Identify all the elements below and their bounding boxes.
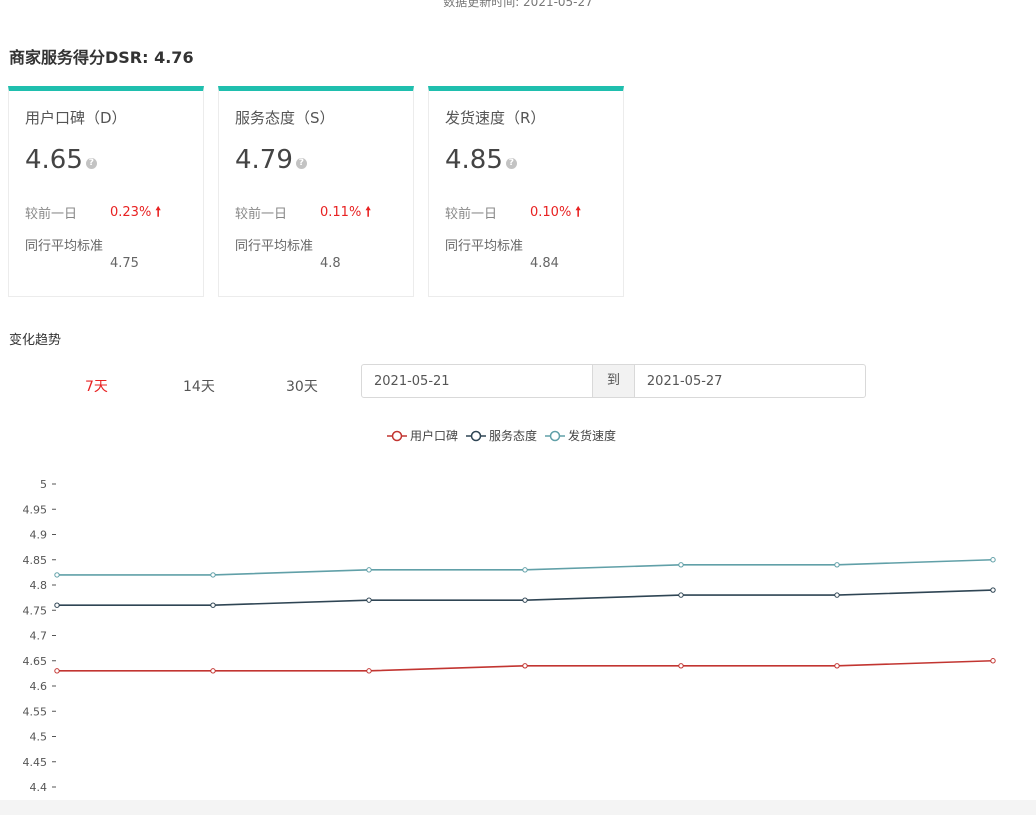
trend-title: 变化趋势	[9, 333, 62, 348]
compare-value: 0.10% 🠕	[530, 203, 581, 225]
data-point[interactable]	[990, 587, 996, 593]
y-tick-label: 4.55	[23, 705, 48, 718]
y-tick-label: 4.7	[30, 630, 48, 643]
compare-label: 较前一日	[235, 207, 288, 222]
start-date-input[interactable]	[362, 365, 593, 397]
help-icon[interactable]: ?	[85, 158, 97, 169]
data-point[interactable]	[210, 572, 216, 578]
trend-line-chart: 5 4.95 4.9 4.85 4.8 4.75 4.7 4.65 4.6 4.55 4.5 4.45…	[23, 478, 996, 794]
card-score-value: 4.85	[445, 145, 503, 175]
data-point[interactable]	[366, 597, 372, 603]
avg-label: 同行平均标准	[25, 239, 104, 254]
data-point[interactable]	[990, 557, 996, 563]
y-tick-label: 4.75	[23, 604, 48, 617]
data-point[interactable]	[678, 592, 684, 598]
compare-percent: 0.10%	[530, 205, 572, 220]
card-score: 4.65?	[25, 145, 97, 175]
compare-percent: 0.11%	[320, 205, 362, 220]
compare-label: 较前一日	[445, 207, 498, 222]
y-tick-label: 4.85	[23, 554, 48, 567]
data-point[interactable]	[522, 567, 528, 573]
data-point[interactable]	[54, 602, 60, 608]
data-point[interactable]	[366, 567, 372, 573]
data-point[interactable]	[210, 668, 216, 674]
legend-item-reputation[interactable]: 用户口碑	[387, 427, 458, 444]
y-tick-label: 4.4	[30, 781, 48, 794]
legend-label: 服务态度	[489, 429, 538, 443]
help-icon[interactable]: ?	[295, 158, 307, 169]
up-arrow-icon: 🠕	[155, 205, 161, 220]
card-name: 用户口碑（D）	[25, 109, 127, 127]
range-30-days-button[interactable]: 30天	[286, 376, 318, 396]
legend-label: 用户口碑	[410, 429, 459, 443]
avg-label: 同行平均标准	[235, 239, 314, 254]
data-point[interactable]	[522, 663, 528, 669]
y-tick-label: 4.65	[23, 655, 48, 668]
avg-value: 4.75	[110, 256, 139, 271]
data-point[interactable]	[834, 663, 840, 669]
dsr-title: 商家服务得分DSR: 4.76	[9, 48, 194, 67]
card-name: 发货速度（R）	[445, 109, 546, 127]
legend-line-icon	[466, 430, 487, 441]
data-point[interactable]	[366, 668, 372, 674]
y-tick-label: 4.8	[30, 579, 48, 592]
data-point[interactable]	[990, 658, 996, 664]
legend-label: 发货速度	[568, 429, 617, 443]
date-range-picker: 到	[361, 364, 866, 398]
chart-legend: 用户口碑 服务态度 发货速度	[387, 427, 616, 444]
compare-value: 0.23% 🠕	[110, 203, 161, 225]
end-date-input[interactable]	[634, 365, 865, 397]
card-service-attitude: 服务态度（S） 4.79? 较前一日 0.11% 🠕 同行平均标准 4.8	[218, 86, 414, 297]
data-point[interactable]	[678, 562, 684, 568]
card-score: 4.79?	[235, 145, 307, 175]
legend-item-attitude[interactable]: 服务态度	[466, 427, 537, 444]
legend-line-icon	[387, 430, 407, 441]
data-point[interactable]	[678, 663, 684, 669]
y-tick-label: 4.45	[23, 756, 48, 769]
card-delivery-speed: 发货速度（R） 4.85? 较前一日 0.10% 🠕 同行平均标准 4.84	[428, 86, 624, 297]
help-icon[interactable]: ?	[505, 158, 517, 169]
y-tick-label: 4.9	[30, 529, 48, 542]
y-tick-label: 4.95	[23, 503, 48, 516]
legend-line-icon	[545, 430, 566, 441]
card-score-value: 4.65	[25, 145, 83, 175]
update-time: 数据更新时间: 2021-05-27	[443, 0, 593, 9]
data-point[interactable]	[834, 562, 840, 568]
compare-percent: 0.23%	[110, 205, 152, 220]
legend-item-delivery[interactable]: 发货速度	[545, 427, 616, 444]
avg-value: 4.84	[530, 256, 559, 271]
y-tick-label: 4.6	[30, 680, 48, 693]
range-14-days-button[interactable]: 14天	[183, 376, 215, 396]
avg-label: 同行平均标准	[445, 239, 524, 254]
card-score-value: 4.79	[235, 145, 293, 175]
y-tick-label: 4.5	[30, 731, 48, 744]
card-score: 4.85?	[445, 145, 517, 175]
range-7-days-button[interactable]: 7天	[85, 376, 108, 396]
card-name: 服务态度（S）	[235, 109, 335, 127]
y-tick-label: 5	[40, 478, 47, 491]
data-point[interactable]	[54, 668, 60, 674]
data-point[interactable]	[834, 592, 840, 598]
data-point[interactable]	[522, 597, 528, 603]
up-arrow-icon: 🠕	[575, 205, 581, 220]
date-separator: 到	[592, 365, 635, 397]
data-point[interactable]	[54, 572, 60, 578]
compare-value: 0.11% 🠕	[320, 203, 371, 225]
card-user-reputation: 用户口碑（D） 4.65? 较前一日 0.23% 🠕 同行平均标准 4.75	[8, 86, 204, 297]
up-arrow-icon: 🠕	[365, 205, 371, 220]
data-point[interactable]	[210, 602, 216, 608]
compare-label: 较前一日	[25, 207, 78, 222]
avg-value: 4.8	[320, 256, 341, 271]
footer-bar	[0, 800, 1036, 815]
